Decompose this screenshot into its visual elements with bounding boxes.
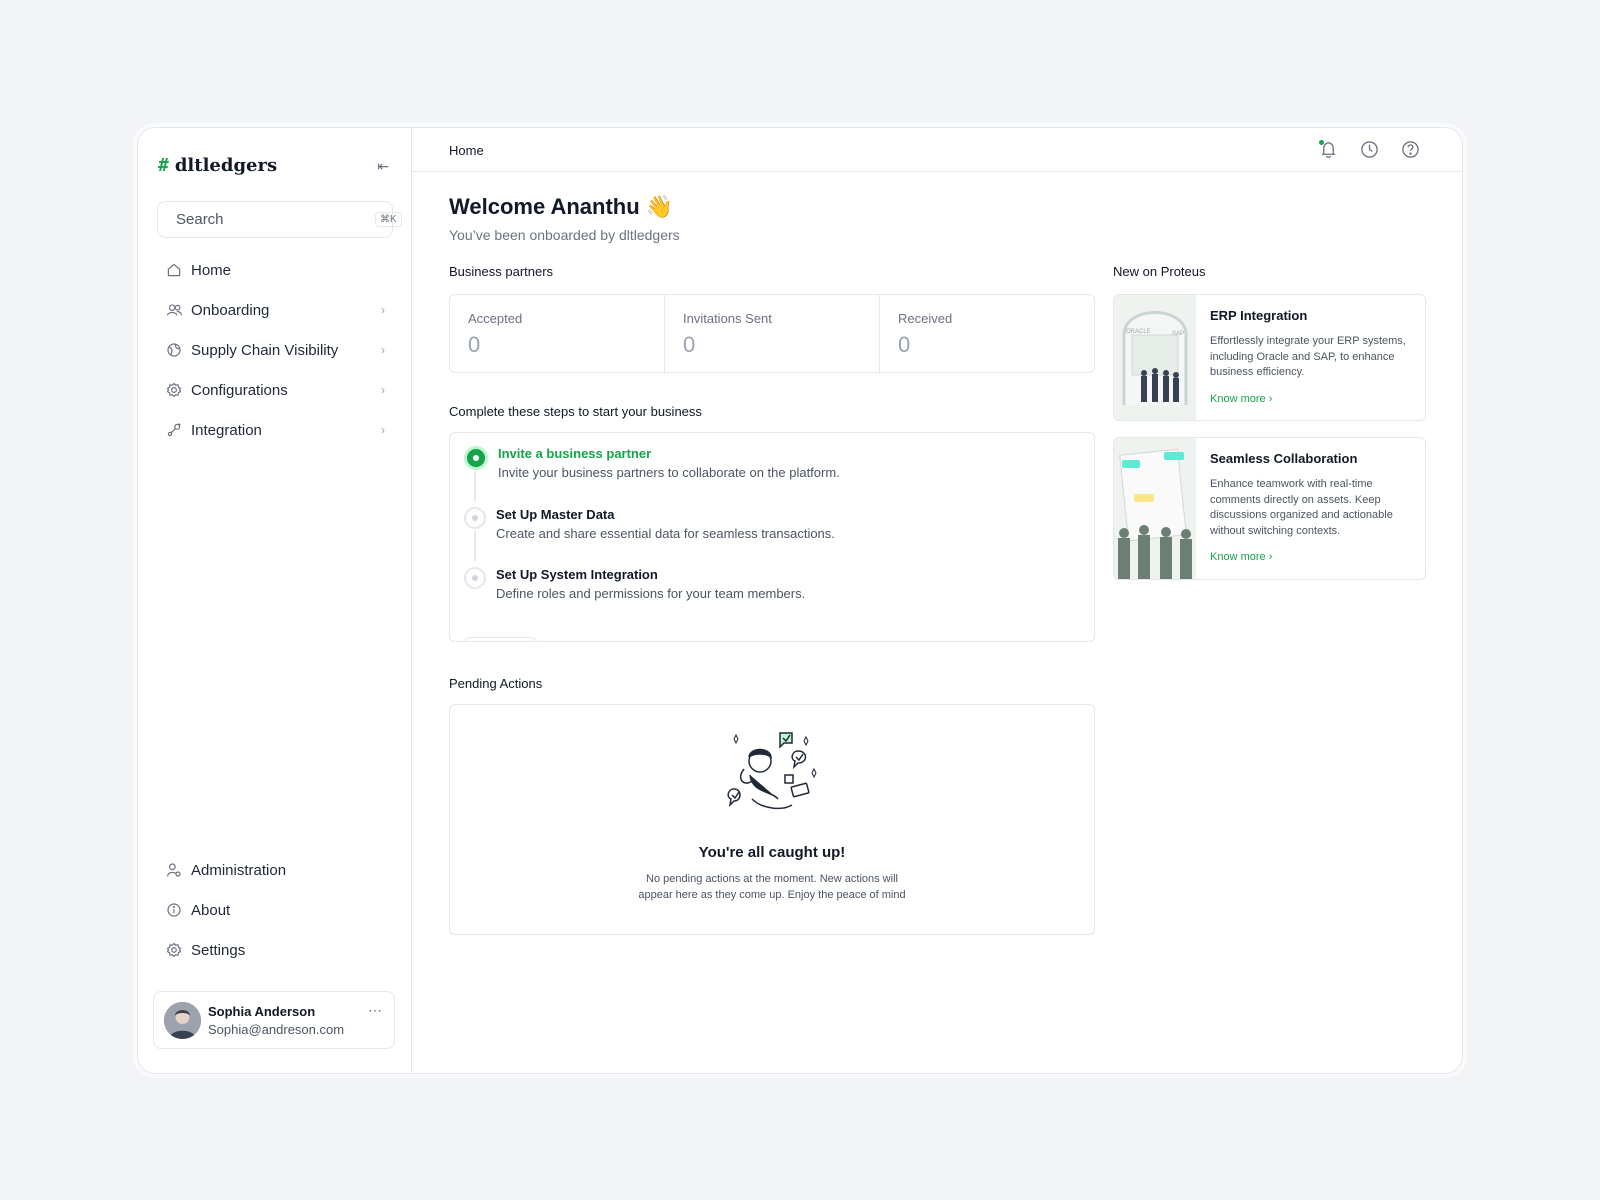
secondary-nav: Administration About Settings xyxy=(157,850,393,970)
breadcrumb: Home xyxy=(449,143,484,158)
step-active-marker xyxy=(464,446,488,470)
sidebar-item-label: Supply Chain Visibility xyxy=(191,341,339,359)
stat-value: 0 xyxy=(683,332,696,357)
chevron-right-icon: › xyxy=(381,343,385,357)
seamless-collaboration-illustration xyxy=(1114,438,1196,579)
search-box[interactable]: ⌘K xyxy=(157,201,402,238)
step-invite-partner[interactable]: Invite a business partner Invite your bu… xyxy=(464,446,840,480)
stat-accepted[interactable]: Accepted 0 xyxy=(450,295,665,372)
chevron-right-icon: › xyxy=(381,303,385,317)
step-pending-marker xyxy=(464,567,486,589)
sidebar-item-settings[interactable]: Settings xyxy=(157,930,393,970)
sidebar-item-configurations[interactable]: Configurations › xyxy=(157,370,393,410)
new-on-proteus-label: New on Proteus xyxy=(1113,264,1206,279)
info-icon xyxy=(165,901,183,919)
sidebar-item-integration[interactable]: Integration › xyxy=(157,410,393,450)
stat-label: Received xyxy=(898,311,953,326)
card-description: Enhance teamwork with real-time comments… xyxy=(1210,478,1393,537)
steps-label: Complete these steps to start your busin… xyxy=(449,404,702,419)
history-icon[interactable] xyxy=(1360,140,1379,159)
notification-dot xyxy=(1319,140,1324,145)
top-actions xyxy=(1319,140,1420,159)
onboarding-steps: Invite a business partner Invite your bu… xyxy=(449,432,1095,642)
search-shortcut: ⌘K xyxy=(375,212,402,227)
notification-bell-icon[interactable] xyxy=(1319,140,1338,159)
card-title: Seamless Collaboration xyxy=(1210,451,1358,466)
sidebar-item-label: Onboarding xyxy=(191,301,270,319)
steps-action-button[interactable] xyxy=(464,637,537,641)
pending-actions-label: Pending Actions xyxy=(449,676,543,691)
step-description: Define roles and permissions for your te… xyxy=(496,586,806,601)
business-partners-label: Business partners xyxy=(449,264,554,279)
stat-value: 0 xyxy=(898,332,911,357)
svg-text:ORACLE: ORACLE xyxy=(1126,329,1151,335)
sidebar-item-label: Home xyxy=(191,261,232,279)
user-gear-icon xyxy=(165,861,183,879)
user-email: Sophia@andreson.com xyxy=(208,1021,345,1037)
stat-invitations-sent[interactable]: Invitations Sent 0 xyxy=(665,295,880,372)
know-more-link[interactable]: Know more › xyxy=(1210,393,1272,405)
help-icon[interactable] xyxy=(1401,140,1420,159)
user-name: Sophia Anderson xyxy=(208,1003,316,1019)
settings-icon xyxy=(165,941,183,959)
page-title: Welcome Ananthu 👋 xyxy=(449,194,674,219)
business-partners-stats: Accepted 0 Invitations Sent 0 Received 0 xyxy=(449,294,1095,373)
chevron-right-icon: › xyxy=(381,383,385,397)
svg-text:SAP: SAP xyxy=(1172,331,1184,337)
step-title: Set Up Master Data xyxy=(496,507,615,522)
stat-label: Invitations Sent xyxy=(683,311,772,326)
empty-state-description: No pending actions at the moment. New ac… xyxy=(638,873,906,901)
collapse-sidebar-icon[interactable]: ⇤ xyxy=(377,158,389,175)
plug-icon xyxy=(165,421,183,439)
main-content: Home Welcome Ananthu 👋 You’ve been onboa… xyxy=(412,128,1462,1073)
sidebar-item-about[interactable]: About xyxy=(157,890,393,930)
page-subtitle: You’ve been onboarded by dltledgers xyxy=(449,227,680,243)
stat-value: 0 xyxy=(468,332,481,357)
step-description: Invite your business partners to collabo… xyxy=(498,465,840,480)
brand-logo[interactable]: # dltledgers xyxy=(158,155,277,176)
step-title: Set Up System Integration xyxy=(496,567,658,582)
empty-state-title: You're all caught up! xyxy=(698,844,846,861)
card-title: ERP Integration xyxy=(1210,308,1308,323)
brand-mark-icon: # xyxy=(158,155,169,176)
sidebar-item-home[interactable]: Home xyxy=(157,250,393,290)
globe-icon xyxy=(165,341,183,359)
sidebar-item-label: About xyxy=(191,901,231,919)
know-more-link[interactable]: Know more › xyxy=(1210,551,1272,563)
sidebar-item-administration[interactable]: Administration xyxy=(157,850,393,890)
sidebar-item-onboarding[interactable]: Onboarding › xyxy=(157,290,393,330)
step-description: Create and share essential data for seam… xyxy=(496,526,835,541)
sidebar-item-supply-chain-visibility[interactable]: Supply Chain Visibility › xyxy=(157,330,393,370)
relaxing-person-illustration xyxy=(727,732,817,810)
users-icon xyxy=(165,301,183,319)
user-card[interactable]: Sophia Anderson Sophia@andreson.com ⋯ xyxy=(153,991,395,1049)
more-options-icon[interactable]: ⋯ xyxy=(368,1002,382,1019)
primary-nav: Home Onboarding › Supply Chain Visibilit… xyxy=(157,250,393,450)
pending-actions-panel: You're all caught up! No pending actions… xyxy=(449,704,1095,935)
app-window: # dltledgers ⇤ ⌘K Home Onboarding › Supp… xyxy=(137,127,1463,1074)
card-erp-integration[interactable]: ORACLE SAP ERP Integration Effortlessly … xyxy=(1113,294,1426,421)
sidebar-item-label: Integration xyxy=(191,421,262,439)
sidebar: # dltledgers ⇤ ⌘K Home Onboarding › Supp… xyxy=(138,128,412,1073)
sidebar-item-label: Settings xyxy=(191,941,246,959)
step-master-data[interactable]: Set Up Master Data Create and share esse… xyxy=(464,507,835,541)
top-bar: Home xyxy=(412,128,1462,172)
stat-label: Accepted xyxy=(468,311,523,326)
step-title: Invite a business partner xyxy=(498,446,652,461)
gear-badge-icon xyxy=(165,381,183,399)
step-system-integration[interactable]: Set Up System Integration Define roles a… xyxy=(464,567,805,601)
search-input[interactable] xyxy=(176,211,375,228)
card-description: Effortlessly integrate your ERP systems,… xyxy=(1210,335,1406,378)
sidebar-item-label: Administration xyxy=(191,861,287,879)
sidebar-item-label: Configurations xyxy=(191,381,288,399)
stat-received[interactable]: Received 0 xyxy=(880,295,1094,372)
card-seamless-collaboration[interactable]: Seamless Collaboration Enhance teamwork … xyxy=(1113,437,1426,580)
step-pending-marker xyxy=(464,507,486,529)
avatar xyxy=(164,1001,201,1039)
home-icon xyxy=(165,261,183,279)
brand-name: dltledgers xyxy=(174,155,278,176)
erp-integration-illustration: ORACLE SAP xyxy=(1114,295,1196,420)
chevron-right-icon: › xyxy=(381,423,385,437)
